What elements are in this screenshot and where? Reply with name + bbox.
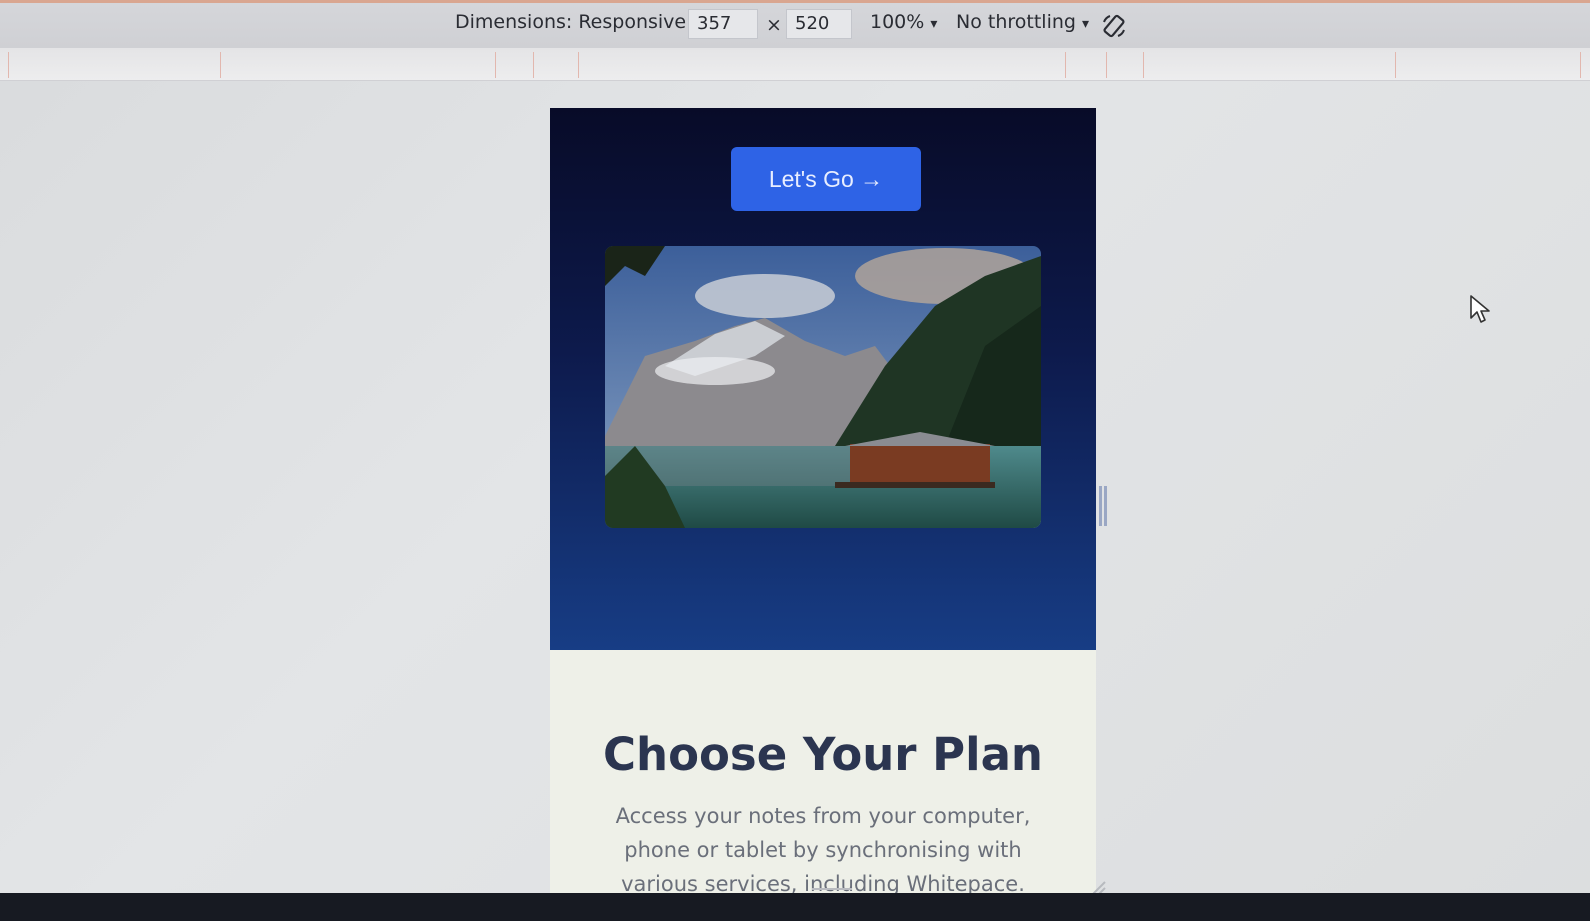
chevron-down-icon: ▾ — [930, 16, 938, 32]
chevron-down-icon: ▾ — [1081, 16, 1089, 32]
times-separator: × — [766, 14, 782, 36]
height-input[interactable]: 520 — [786, 9, 852, 39]
device-toolbar: Dimensions: Responsive▾ 357 × 520 100%▾ … — [0, 0, 1590, 48]
device-viewport: Let's Go → Choose Your Plan Access your … — [550, 108, 1096, 921]
page-title: Choose Your Plan — [603, 728, 1043, 781]
dimensions-dropdown[interactable]: Dimensions: Responsive▾ — [455, 11, 699, 33]
width-input[interactable]: 357 — [688, 9, 758, 39]
throttling-label: No throttling — [956, 11, 1076, 33]
zoom-dropdown[interactable]: 100% ▾ — [870, 11, 937, 33]
mouse-cursor-icon — [1470, 295, 1490, 323]
right-resize-handle[interactable] — [1099, 486, 1107, 526]
dimensions-label: Dimensions: Responsive — [455, 11, 687, 33]
media-query-ruler[interactable] — [0, 48, 1590, 81]
mountain-lake-photo — [605, 246, 1041, 528]
rotate-icon[interactable] — [1101, 13, 1127, 39]
plan-description: Access your notes from your computer, ph… — [615, 804, 1031, 896]
pricing-intro: Choose Your Plan Access your notes from … — [550, 650, 1096, 901]
hero-section: Let's Go → — [550, 108, 1096, 650]
throttling-dropdown[interactable]: No throttling ▾ — [956, 11, 1089, 33]
zoom-label: 100% — [870, 11, 925, 33]
lets-go-button[interactable]: Let's Go → — [731, 147, 921, 211]
monitor-bezel — [0, 893, 1590, 921]
